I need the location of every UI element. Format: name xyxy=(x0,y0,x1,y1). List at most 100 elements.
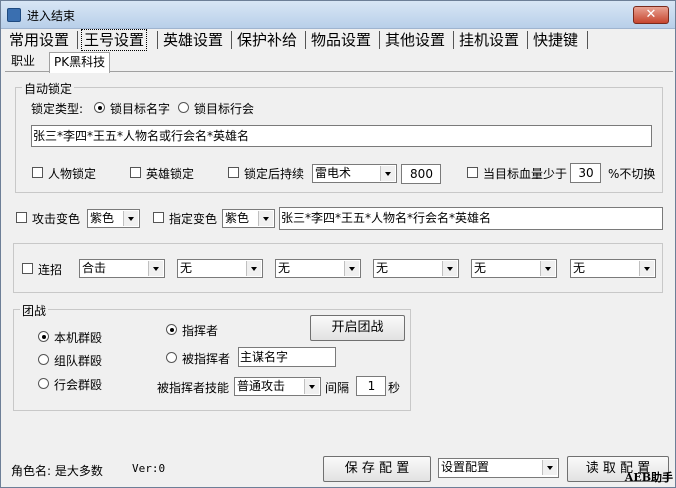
hp-threshold-label: 当目标血量少于 xyxy=(483,167,568,181)
tab-separator xyxy=(379,31,380,49)
combo-slot-5-select[interactable]: 无 xyxy=(471,259,557,278)
radio-local-brawl-label: 本机群殴 xyxy=(54,331,103,345)
start-team-battle-button[interactable]: 开启团战 xyxy=(310,315,405,341)
radio-team-brawl-label: 组队群殴 xyxy=(54,354,103,368)
commander-name-input[interactable]: 主谋名字 xyxy=(238,347,336,367)
tab-other-settings[interactable]: 其他设置 xyxy=(383,29,447,51)
assign-color-select[interactable]: 紫色 xyxy=(222,209,275,228)
combo-slot-5-value: 无 xyxy=(474,261,487,275)
tab-common-settings[interactable]: 常用设置 xyxy=(7,29,71,51)
window-title: 进入结束 xyxy=(27,9,76,23)
subtab-profession[interactable]: 职业 xyxy=(7,52,39,72)
chevron-down-icon xyxy=(542,460,557,475)
lock-continue-label: 锁定后持续 xyxy=(244,167,305,181)
attack-color-checkbox[interactable] xyxy=(16,212,27,223)
main-window: 进入结束 ✕ 常用设置 王号设置 英雄设置 保护补给 物品设置 其他设置 挂机设… xyxy=(0,0,676,488)
combo-slot-2-select[interactable]: 无 xyxy=(177,259,263,278)
attack-color-label: 攻击变色 xyxy=(32,212,81,226)
brand-logo: AEB助手 xyxy=(624,471,673,484)
chevron-down-icon xyxy=(258,211,273,226)
combo-slot-4-value: 无 xyxy=(376,261,389,275)
radio-lock-guild[interactable] xyxy=(178,102,189,113)
chevron-down-icon xyxy=(540,261,555,276)
person-lock-checkbox[interactable] xyxy=(32,167,43,178)
hero-lock-label: 英雄锁定 xyxy=(146,167,195,181)
radio-commander[interactable] xyxy=(166,324,177,335)
app-icon xyxy=(7,8,21,22)
commanded-skill-value: 普通攻击 xyxy=(237,379,286,393)
tab-separator xyxy=(587,31,588,49)
hp-threshold-checkbox[interactable] xyxy=(467,167,478,178)
hero-lock-checkbox[interactable] xyxy=(130,167,141,178)
chevron-down-icon xyxy=(380,166,395,181)
save-config-button[interactable]: 保 存 配 置 xyxy=(323,456,431,482)
tab-separator xyxy=(231,31,232,49)
combo-slot-6-select[interactable]: 无 xyxy=(570,259,656,278)
config-select-value: 设置配置 xyxy=(441,460,490,474)
lock-continue-checkbox[interactable] xyxy=(228,167,239,178)
combo-checkbox[interactable] xyxy=(22,263,33,274)
radio-guild-brawl[interactable] xyxy=(38,378,49,389)
color-names-input[interactable]: 张三*李四*王五*人物名*行会名*英雄名 xyxy=(279,207,663,230)
tab-separator xyxy=(157,31,158,49)
interval-label: 间隔 xyxy=(325,381,350,395)
close-button[interactable]: ✕ xyxy=(633,6,669,24)
chevron-down-icon xyxy=(123,211,138,226)
role-name-label: 角色名: 是大多数 xyxy=(11,464,103,478)
tab-king-settings[interactable]: 王号设置 xyxy=(81,29,148,51)
interval-unit-label: 秒 xyxy=(388,381,401,395)
combo-slot-3-select[interactable]: 无 xyxy=(275,259,361,278)
tab-protection-supply[interactable]: 保护补给 xyxy=(235,29,299,51)
combo-slot-6-value: 无 xyxy=(573,261,586,275)
version-label: Ver:0 xyxy=(132,462,166,475)
interval-input[interactable]: 1 xyxy=(356,376,386,396)
sub-tabs: 职业 PK黑科技 xyxy=(5,52,673,73)
lock-skill-select[interactable]: 雷电术 xyxy=(312,164,397,183)
assign-color-checkbox[interactable] xyxy=(153,212,164,223)
commanded-skill-select[interactable]: 普通攻击 xyxy=(234,377,321,396)
lock-names-input[interactable]: 张三*李四*王五*人物名或行会名*英雄名 xyxy=(31,125,652,147)
combo-slot-2-value: 无 xyxy=(180,261,193,275)
combo-slot-1-select[interactable]: 合击 xyxy=(79,259,165,278)
title-bar: 进入结束 ✕ xyxy=(1,1,675,29)
chevron-down-icon xyxy=(639,261,654,276)
lock-skill-value: 雷电术 xyxy=(315,166,352,180)
assign-color-label: 指定变色 xyxy=(169,212,218,226)
lock-duration-input[interactable]: 800 xyxy=(401,164,441,184)
radio-commanded[interactable] xyxy=(166,352,177,363)
tab-afk-settings[interactable]: 挂机设置 xyxy=(457,29,521,51)
tab-hotkeys[interactable]: 快捷键 xyxy=(531,29,580,51)
assign-color-value: 紫色 xyxy=(225,211,250,225)
config-select[interactable]: 设置配置 xyxy=(438,458,559,478)
tab-separator xyxy=(77,31,78,49)
combo-slot-3-value: 无 xyxy=(278,261,291,275)
tab-item-settings[interactable]: 物品设置 xyxy=(309,29,373,51)
radio-commander-label: 指挥者 xyxy=(182,324,219,338)
lock-type-label: 锁定类型: xyxy=(31,102,84,116)
radio-commanded-label: 被指挥者 xyxy=(182,352,231,366)
combo-slot-1-value: 合击 xyxy=(82,261,107,275)
auto-lock-legend: 自动锁定 xyxy=(22,80,75,97)
person-lock-label: 人物锁定 xyxy=(48,167,97,181)
chevron-down-icon xyxy=(246,261,261,276)
chevron-down-icon xyxy=(344,261,359,276)
radio-lock-name[interactable] xyxy=(94,102,105,113)
radio-lock-name-label: 锁目标名字 xyxy=(110,102,171,116)
subtab-pk-tech[interactable]: PK黑科技 xyxy=(49,52,111,73)
tab-hero-settings[interactable]: 英雄设置 xyxy=(161,29,225,51)
attack-color-select[interactable]: 紫色 xyxy=(87,209,140,228)
radio-local-brawl[interactable] xyxy=(38,331,49,342)
commanded-skill-label: 被指挥者技能 xyxy=(157,381,230,395)
team-battle-legend: 团战 xyxy=(20,302,49,319)
radio-lock-guild-label: 锁目标行会 xyxy=(194,102,255,116)
tab-separator xyxy=(305,31,306,49)
radio-team-brawl[interactable] xyxy=(38,354,49,365)
combo-label: 连招 xyxy=(38,263,63,277)
tab-separator xyxy=(527,31,528,49)
radio-guild-brawl-label: 行会群殴 xyxy=(54,378,103,392)
chevron-down-icon xyxy=(442,261,457,276)
hp-threshold-input[interactable]: 30 xyxy=(570,163,601,183)
chevron-down-icon xyxy=(304,379,319,394)
combo-slot-4-select[interactable]: 无 xyxy=(373,259,459,278)
attack-color-value: 紫色 xyxy=(90,211,115,225)
